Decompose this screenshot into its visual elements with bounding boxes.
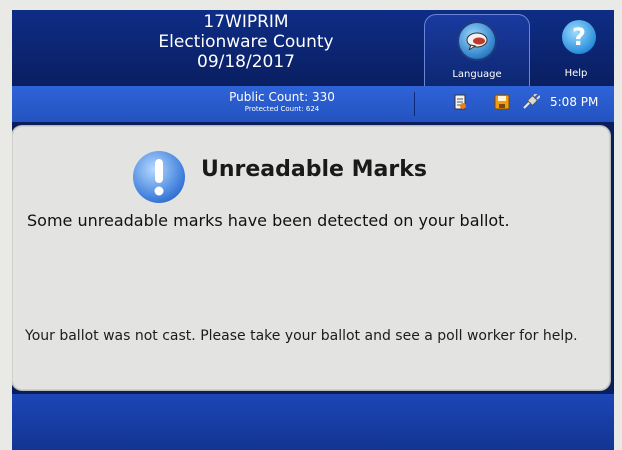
language-button[interactable]: Language	[424, 14, 530, 87]
clock: 5:08 PM	[550, 95, 599, 109]
election-code: 17WIPRIM	[203, 12, 289, 32]
help-label: Help	[564, 68, 588, 79]
voting-screen: 17WIPRIM Electionware County 09/18/2017 …	[12, 10, 614, 450]
message-title: Unreadable Marks	[201, 157, 427, 182]
election-title-block: 17WIPRIM Electionware County 09/18/2017	[110, 12, 382, 72]
header: 17WIPRIM Electionware County 09/18/2017 …	[12, 10, 614, 87]
save-icon	[494, 94, 510, 110]
ballot-counts: Public Count: 330 Protected Count: 624	[182, 90, 382, 114]
plug-icon	[522, 92, 541, 110]
message-panel: Unreadable Marks Some unreadable marks h…	[12, 126, 610, 390]
language-label: Language	[452, 69, 502, 80]
status-bar: Public Count: 330 Protected Count: 624 5…	[12, 86, 614, 122]
exclamation-icon	[133, 151, 185, 203]
footer-bar	[12, 394, 614, 450]
election-date: 09/18/2017	[197, 52, 295, 72]
help-icon: ?	[562, 20, 596, 54]
language-icon	[459, 23, 495, 59]
help-button[interactable]: ? Help	[540, 14, 612, 84]
status-divider	[414, 92, 415, 116]
message-body: Some unreadable marks have been detected…	[27, 211, 510, 230]
county-name: Electionware County	[158, 32, 334, 52]
public-count: Public Count: 330	[229, 90, 335, 104]
document-icon	[452, 94, 468, 110]
message-instruction: Your ballot was not cast. Please take yo…	[25, 328, 578, 344]
protected-count: Protected Count: 624	[244, 105, 320, 113]
